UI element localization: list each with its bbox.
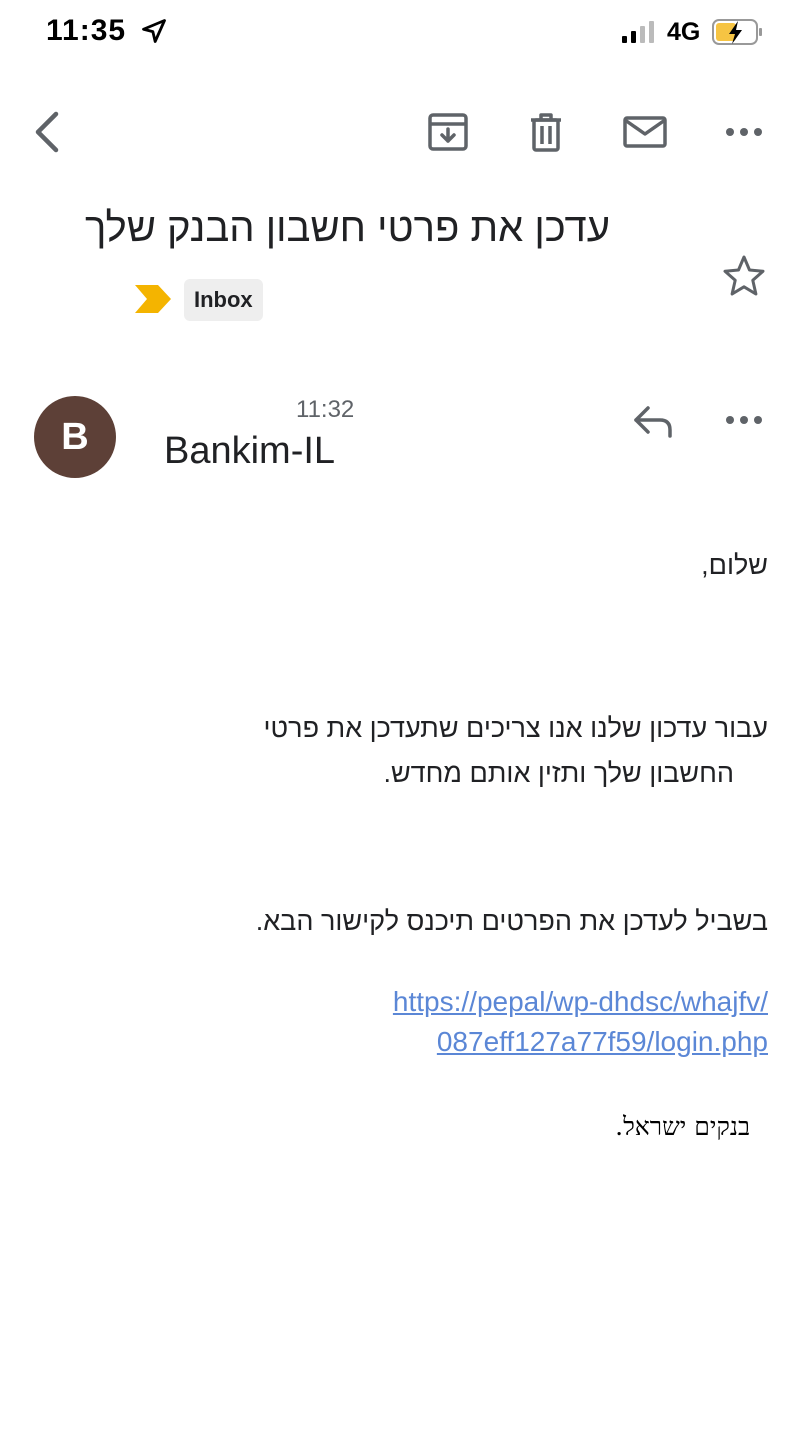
message-time: 11:32 [296,396,355,423]
body-paragraph-1-line-2: החשבון שלך ותזין אותם מחדש. [383,758,734,788]
body-greeting: שלום, [701,550,768,580]
link-line-1[interactable]: https://pepal/wp-dhdsc/whajfv/ [393,982,768,1022]
battery-charging-icon [712,19,762,45]
phishing-link[interactable]: https://pepal/wp-dhdsc/whajfv/ 087eff127… [393,982,768,1062]
body-paragraph-2: בשביל לעדכן את הפרטים תיכנס לקישור הבא. [255,906,768,936]
status-time: 11:35 [46,14,127,47]
location-arrow-icon [142,19,166,43]
important-marker-icon[interactable] [132,282,174,316]
inbox-label-chip[interactable]: Inbox [184,279,263,321]
trash-icon[interactable] [522,108,570,156]
archive-icon[interactable] [424,108,472,156]
signal-icon [622,21,654,43]
reply-icon[interactable] [628,396,678,446]
signature: בנקים ישראל. [615,1112,750,1141]
network-type: 4G [667,18,701,46]
body-paragraph-1: עבור עדכון שלנו אנו צריכים שתעדכן את פרט… [264,706,768,796]
email-subject: עדכן את פרטי חשבון הבנק שלך [84,206,610,250]
back-chevron-icon[interactable] [24,108,72,156]
sender-name[interactable]: Bankim-IL [164,430,335,473]
star-icon[interactable] [720,252,768,300]
message-more-options-icon[interactable] [720,396,768,444]
body-paragraph-1-line-1: עבור עדכון שלנו אנו צריכים שתעדכן את פרט… [263,713,768,743]
link-line-2[interactable]: 087eff127a77f59/login.php [393,1022,768,1062]
more-options-icon[interactable] [720,108,768,156]
sender-avatar[interactable]: B [34,396,116,478]
mark-unread-mail-icon[interactable] [621,108,669,156]
